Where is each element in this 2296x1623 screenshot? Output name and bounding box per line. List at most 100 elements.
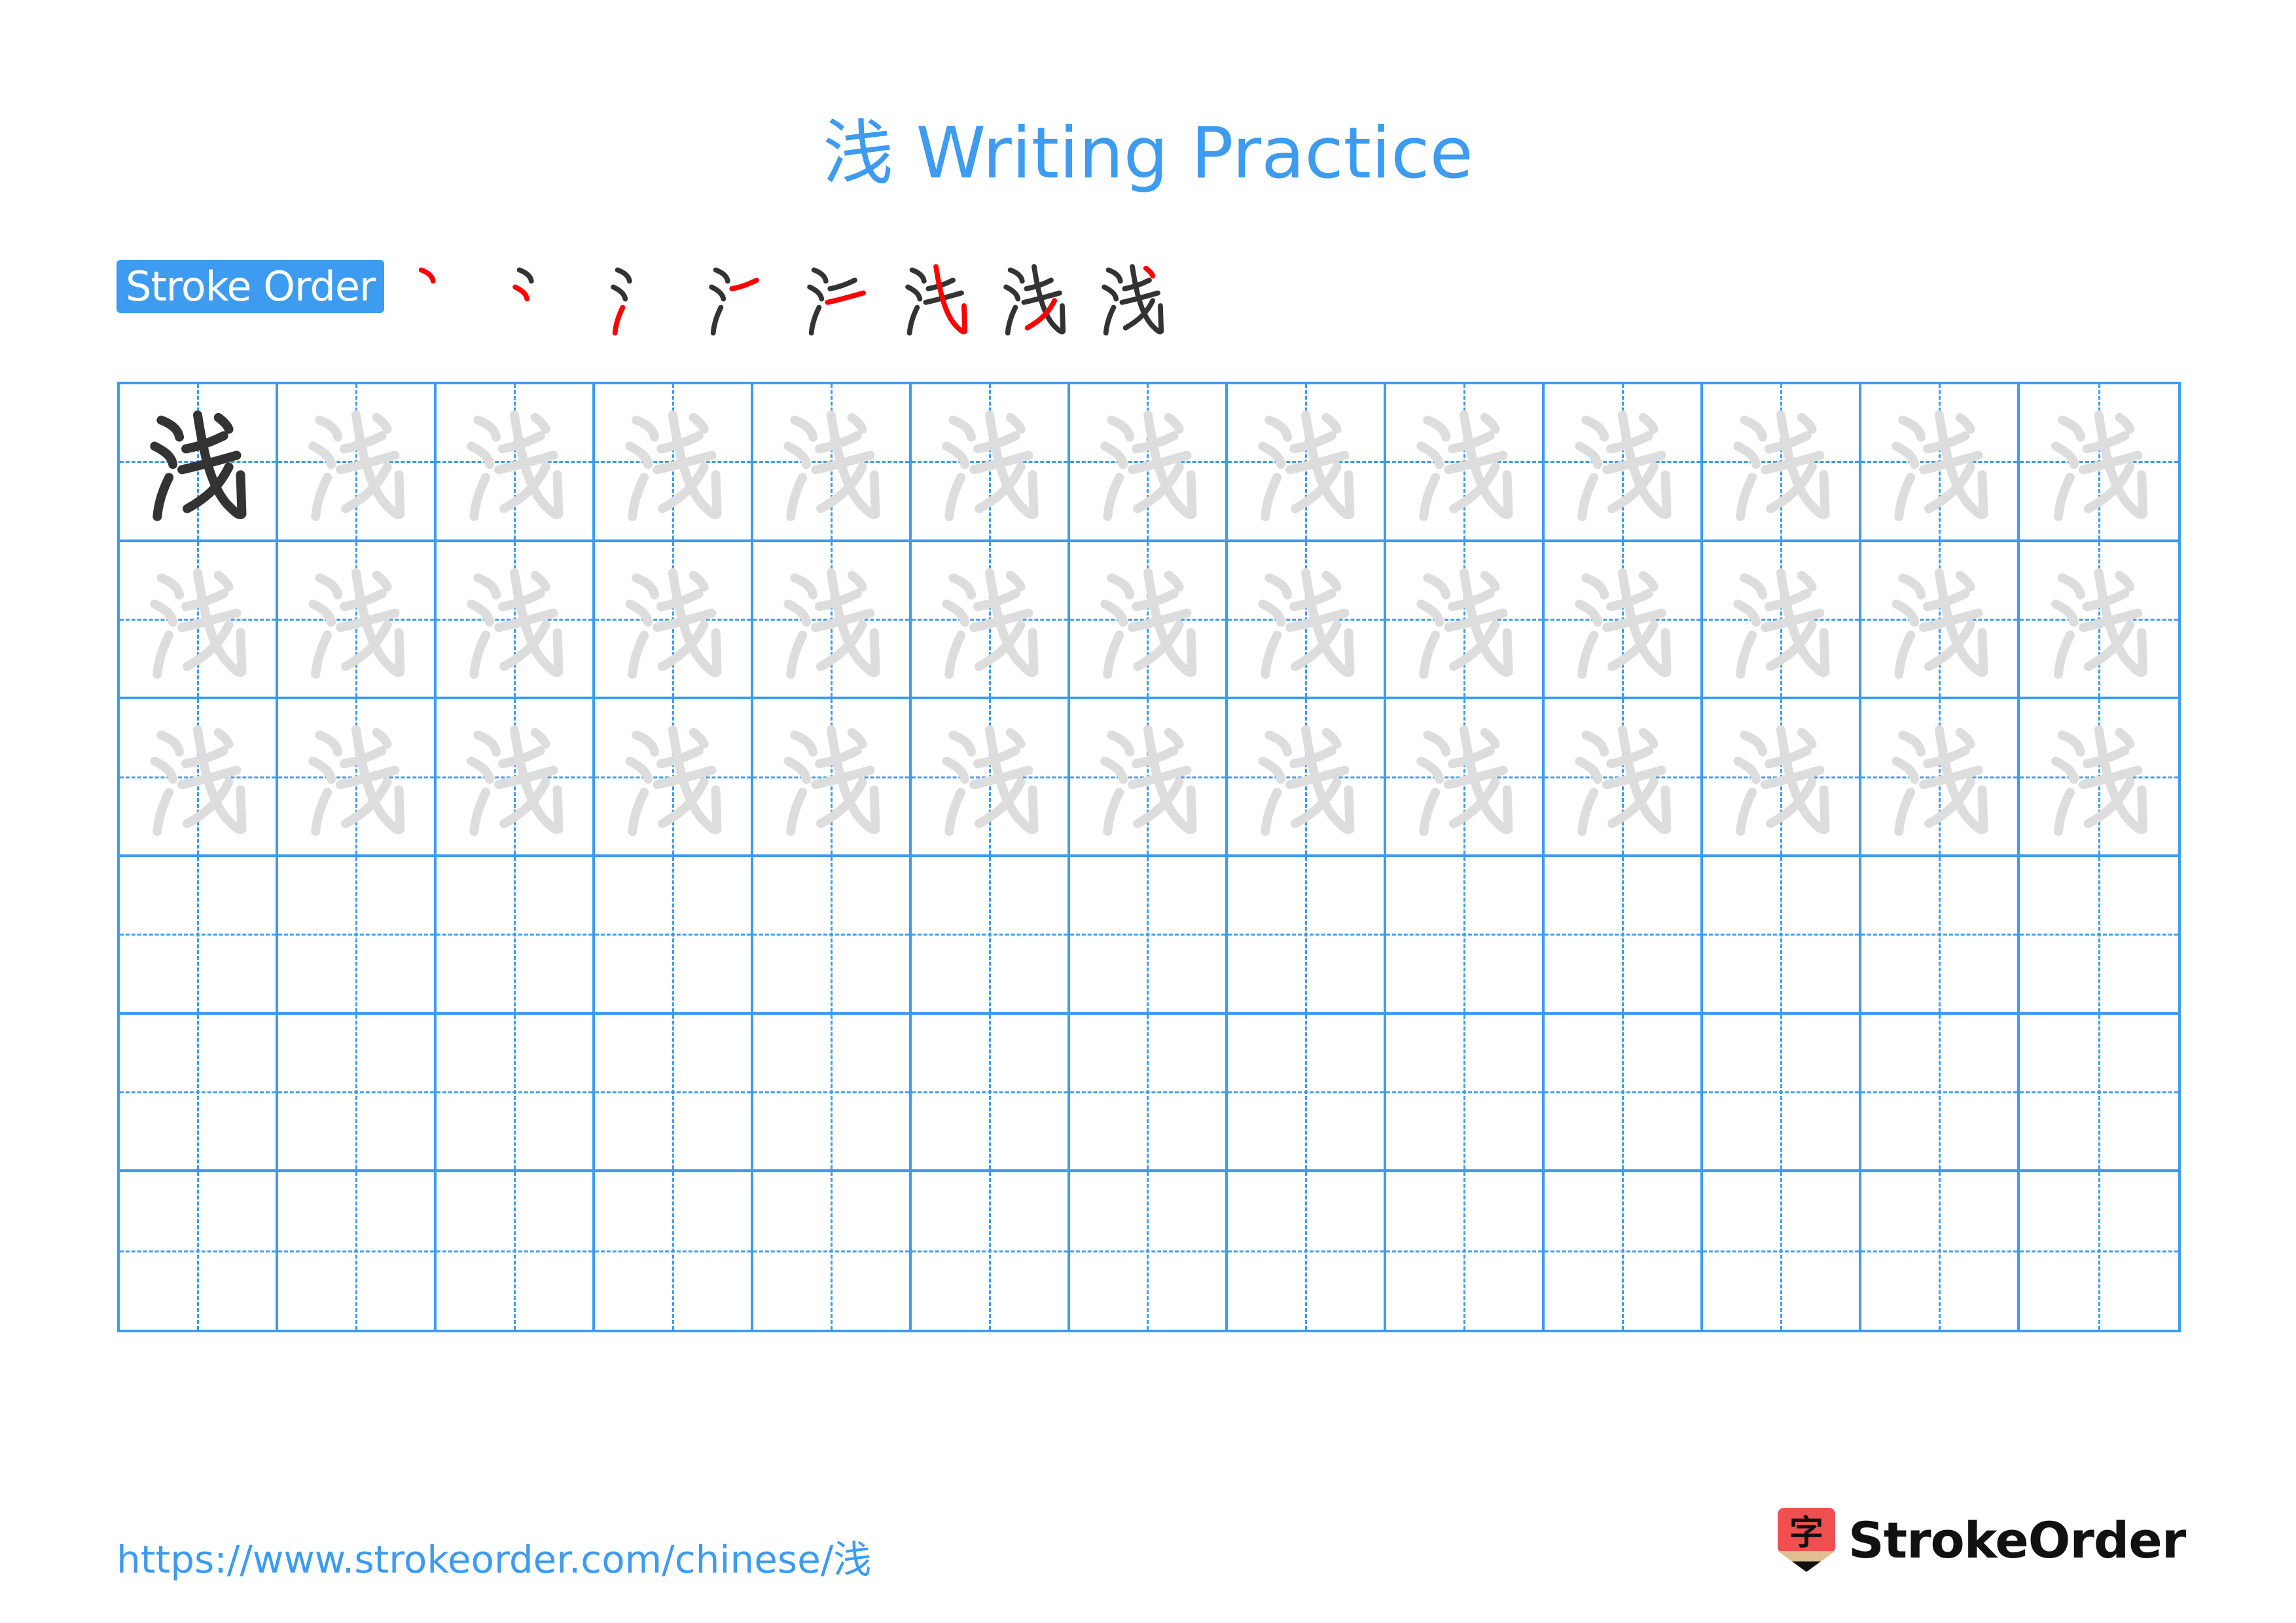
grid-cell[interactable]: [1228, 857, 1387, 1015]
grid-cell[interactable]: [2020, 699, 2178, 857]
grid-cell[interactable]: [278, 857, 437, 1015]
grid-cell[interactable]: [1386, 857, 1545, 1015]
brand-logo[interactable]: 字 StrokeOrder: [1778, 1508, 2186, 1573]
grid-cell[interactable]: [1228, 699, 1387, 857]
guide-line-horizontal: [1545, 1250, 1701, 1252]
grid-cell[interactable]: [1545, 1014, 1704, 1173]
grid-cell[interactable]: [1228, 1172, 1387, 1330]
guide-line-horizontal: [911, 1091, 1067, 1093]
grid-cell[interactable]: [2020, 857, 2178, 1015]
grid-cell[interactable]: [911, 1014, 1070, 1173]
grid-cell[interactable]: [1228, 1014, 1387, 1173]
guide-line-horizontal: [1069, 934, 1226, 936]
grid-cell[interactable]: [2020, 1014, 2178, 1173]
grid-cell[interactable]: [1069, 541, 1229, 700]
grid-cell[interactable]: [1069, 384, 1229, 542]
grid-cell[interactable]: [2020, 384, 2178, 542]
grid-cell[interactable]: [594, 1014, 753, 1173]
stroke-3: [1736, 788, 1757, 837]
grid-cell[interactable]: [436, 384, 595, 542]
grid-cell[interactable]: [1069, 699, 1229, 857]
grid-cell[interactable]: [1386, 384, 1545, 542]
grid-cell[interactable]: [594, 1172, 753, 1330]
grid-cell[interactable]: [1545, 857, 1704, 1015]
grid-cell[interactable]: [1069, 1014, 1229, 1173]
grid-cell[interactable]: [1703, 541, 1862, 700]
grid-cell[interactable]: [278, 541, 437, 700]
grid-cell[interactable]: [120, 1014, 278, 1173]
grid-cell[interactable]: [2020, 541, 2178, 700]
grid-cell[interactable]: [753, 541, 912, 700]
grid-cell[interactable]: [1703, 1172, 1862, 1330]
grid-cell[interactable]: [1703, 699, 1862, 857]
grid-cell[interactable]: [753, 699, 912, 857]
guide-line-horizontal: [594, 1250, 751, 1252]
grid-cell[interactable]: [594, 384, 753, 542]
grid-cell[interactable]: [120, 699, 278, 857]
grid-cell[interactable]: [1228, 541, 1387, 700]
grid-cell[interactable]: [1228, 384, 1387, 542]
grid-cell[interactable]: [753, 1172, 912, 1330]
grid-cell[interactable]: [911, 857, 1070, 1015]
stroke-1: [156, 415, 185, 442]
grid-cell[interactable]: [436, 1172, 595, 1330]
grid-cell[interactable]: [753, 384, 912, 542]
guide-line-horizontal: [278, 934, 434, 936]
grid-cell[interactable]: [436, 1014, 595, 1173]
trace-character: [1416, 725, 1513, 837]
grid-cell[interactable]: [1861, 699, 2020, 857]
grid-cell[interactable]: [1861, 857, 2020, 1015]
grid-cell[interactable]: [1386, 1014, 1545, 1173]
stroke-4: [827, 278, 858, 291]
grid-cell[interactable]: [911, 541, 1070, 700]
grid-cell[interactable]: [1703, 384, 1862, 542]
guide-line-horizontal: [1545, 1091, 1701, 1093]
stroke-step-5: [795, 255, 893, 340]
guide-line-horizontal: [753, 1091, 909, 1093]
grid-cell[interactable]: [120, 857, 278, 1015]
grid-cell[interactable]: [1861, 384, 2020, 542]
grid-cell[interactable]: [594, 541, 753, 700]
grid-cell[interactable]: [436, 857, 595, 1015]
grid-cell[interactable]: [1861, 1172, 2020, 1330]
grid-cell[interactable]: [594, 857, 753, 1015]
stroke-1: [1581, 731, 1609, 757]
grid-cell[interactable]: [1545, 384, 1704, 542]
grid-cell[interactable]: [1386, 1172, 1545, 1330]
grid-cell[interactable]: [1861, 1014, 2020, 1173]
grid-cell[interactable]: [1069, 1172, 1229, 1330]
stroke-1: [948, 415, 976, 442]
grid-cell[interactable]: [120, 541, 278, 700]
grid-cell[interactable]: [120, 1172, 278, 1330]
grid-cell[interactable]: [1545, 1172, 1704, 1330]
grid-cell[interactable]: [753, 857, 912, 1015]
grid-cell[interactable]: [1069, 857, 1229, 1015]
trace-character: [1733, 410, 1830, 521]
grid-cell[interactable]: [436, 699, 595, 857]
grid-cell[interactable]: [1545, 699, 1704, 857]
guide-line-horizontal: [753, 934, 909, 936]
grid-cell[interactable]: [1703, 1014, 1862, 1173]
trace-character: [783, 410, 880, 521]
grid-cell[interactable]: [1386, 699, 1545, 857]
grid-cell[interactable]: [911, 384, 1070, 542]
grid-cell[interactable]: [1703, 857, 1862, 1015]
grid-cell[interactable]: [120, 384, 278, 542]
grid-cell[interactable]: [753, 1014, 912, 1173]
guide-line-horizontal: [911, 1250, 1067, 1252]
grid-cell[interactable]: [911, 1172, 1070, 1330]
grid-cell[interactable]: [278, 699, 437, 857]
grid-cell[interactable]: [1861, 541, 2020, 700]
grid-cell[interactable]: [594, 699, 753, 857]
trace-character: [1258, 568, 1355, 679]
stroke-8: [1639, 728, 1659, 749]
grid-cell[interactable]: [436, 541, 595, 700]
grid-cell[interactable]: [278, 1172, 437, 1330]
grid-cell[interactable]: [2020, 1172, 2178, 1330]
footer-url-link[interactable]: https://www.strokeorder.com/chinese/浅: [117, 1529, 871, 1584]
grid-cell[interactable]: [1386, 541, 1545, 700]
grid-cell[interactable]: [911, 699, 1070, 857]
grid-cell[interactable]: [278, 1014, 437, 1173]
grid-cell[interactable]: [278, 384, 437, 542]
grid-cell[interactable]: [1545, 541, 1704, 700]
